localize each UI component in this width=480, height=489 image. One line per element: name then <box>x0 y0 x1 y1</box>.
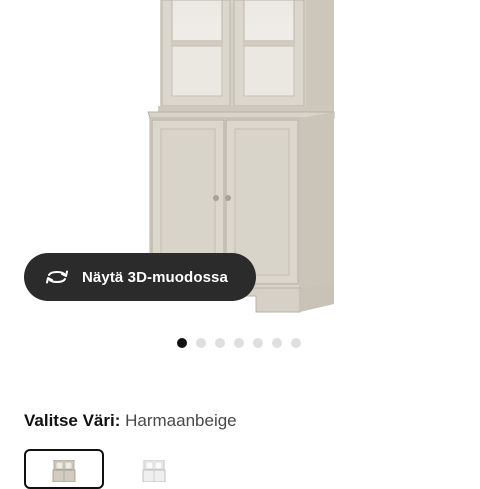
carousel-dot[interactable] <box>253 338 263 348</box>
cabinet-thumbnail <box>142 460 166 482</box>
color-swatch-harmaanbeige[interactable] <box>24 449 104 489</box>
carousel-dot[interactable] <box>196 338 206 348</box>
color-label: Valitse Väri: <box>24 411 121 430</box>
carousel-dot[interactable] <box>291 338 301 348</box>
carousel-dot[interactable] <box>177 338 187 348</box>
carousel-dot[interactable] <box>234 338 244 348</box>
color-swatch-valkoinen[interactable] <box>114 449 194 489</box>
cabinet-thumbnail <box>52 460 76 482</box>
carousel-dot[interactable] <box>272 338 282 348</box>
carousel-dot[interactable] <box>215 338 225 348</box>
rotate-3d-icon <box>44 267 70 287</box>
view-3d-button[interactable]: Näytä 3D-muodossa <box>24 253 256 301</box>
color-selector-heading: Valitse Väri: Harmaanbeige <box>24 411 237 431</box>
selected-color-value: Harmaanbeige <box>125 411 237 430</box>
view-3d-label: Näytä 3D-muodossa <box>82 268 228 286</box>
image-carousel-indicator <box>177 338 301 348</box>
